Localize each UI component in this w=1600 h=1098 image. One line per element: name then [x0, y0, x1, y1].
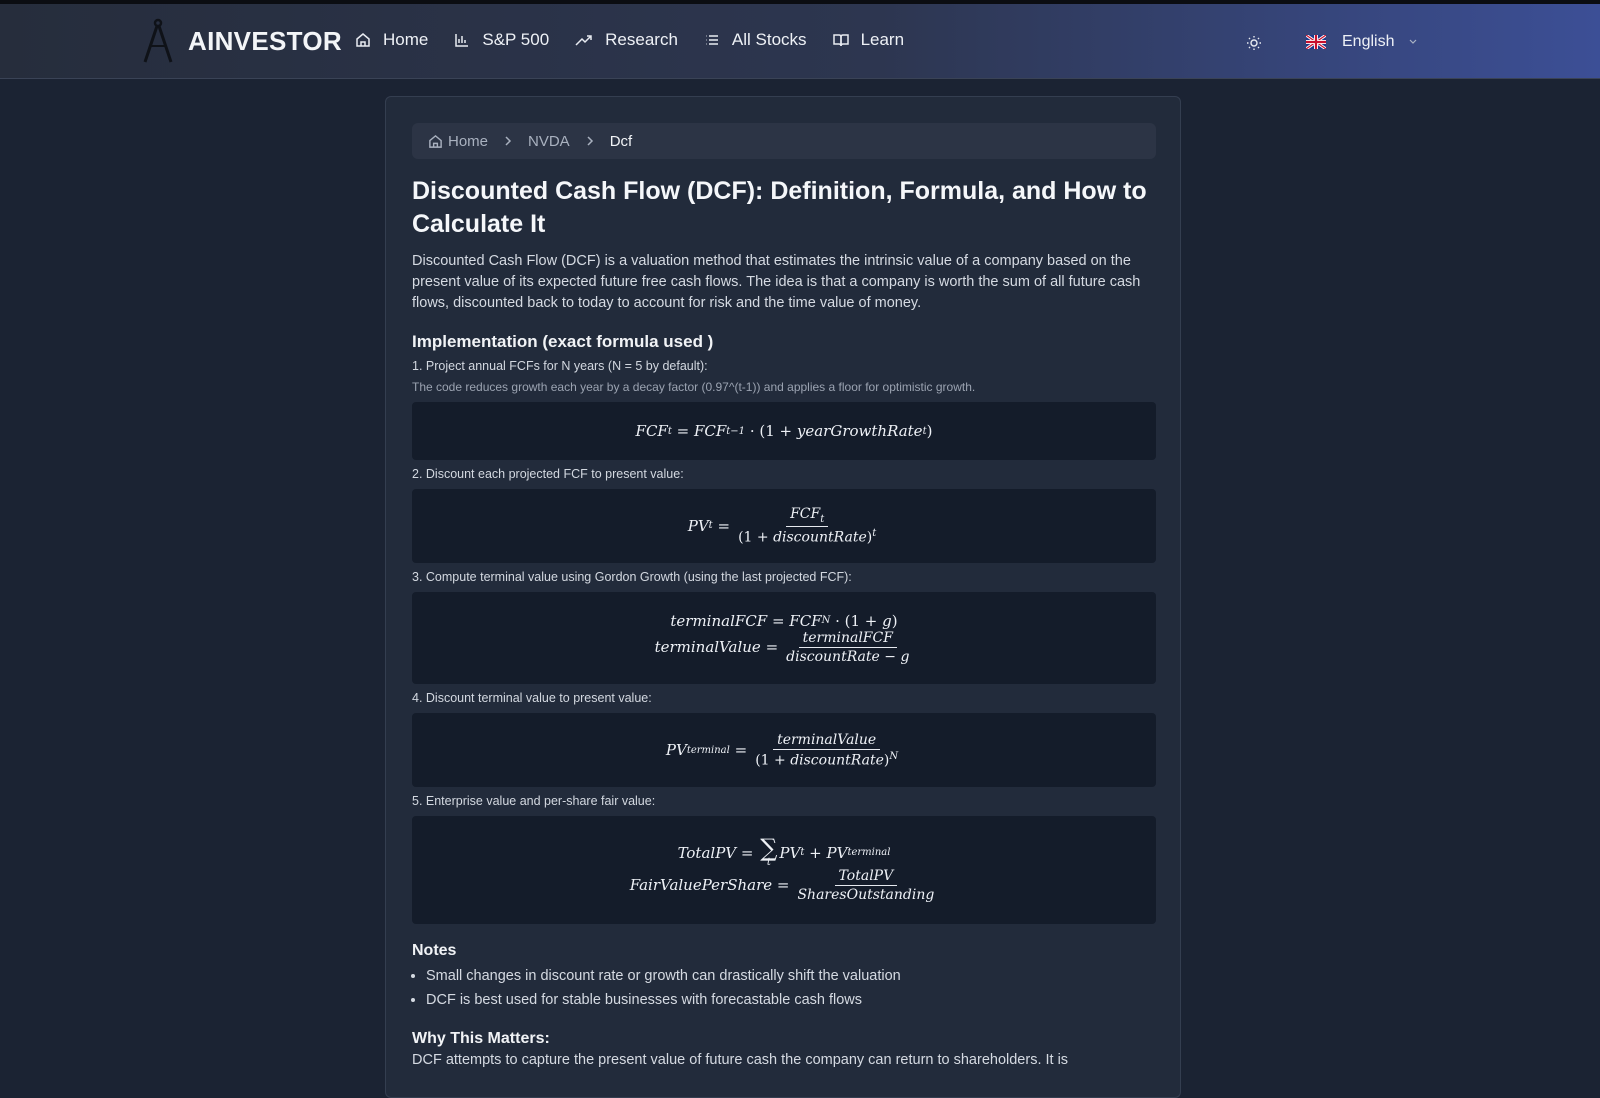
- article-content: Discounted Cash Flow (DCF): Definition, …: [412, 175, 1156, 1068]
- breadcrumb-current: Dcf: [609, 132, 633, 150]
- why-paragraph: DCF attempts to capture the present valu…: [412, 1052, 1069, 1068]
- list-icon: [705, 35, 718, 45]
- book-open-icon: [832, 34, 849, 47]
- main-nav: Home S&P 500 Research All Stocks Learn: [355, 30, 930, 50]
- list-item: DCF is best used for stable businesses w…: [426, 988, 1156, 1012]
- formula-terminal-value: terminalFCF = FCF N · (1 + g) terminalVal…: [412, 592, 1156, 684]
- nav-sp500[interactable]: S&P 500: [454, 30, 549, 50]
- bar-chart-icon: [455, 34, 469, 47]
- breadcrumb-ticker[interactable]: NVDA: [528, 133, 570, 150]
- step-3-label: 3. Compute terminal value using Gordon G…: [412, 570, 852, 584]
- list-item: Small changes in discount rate or growth…: [426, 964, 1156, 988]
- step-5-label: 5. Enterprise value and per-share fair v…: [412, 794, 656, 808]
- breadcrumb-home[interactable]: Home: [428, 133, 488, 150]
- nav-learn-label: Learn: [860, 30, 905, 49]
- formula-fcf-projection: FCF t = FCF t−1 · (1 + yearGrowthRate t): [412, 402, 1156, 460]
- implementation-heading: Implementation (exact formula used ): [412, 332, 714, 351]
- theme-toggle-button[interactable]: [1246, 35, 1262, 56]
- nav-all-stocks-label: All Stocks: [731, 30, 807, 49]
- step-2-label: 2. Discount each projected FCF to presen…: [412, 467, 684, 481]
- nav-home-label: Home: [383, 30, 429, 49]
- breadcrumb: Home NVDA Dcf: [412, 123, 1156, 159]
- trending-up-icon: [575, 35, 592, 46]
- intro-paragraph: Discounted Cash Flow (DCF) is a valuatio…: [412, 253, 1141, 311]
- nav-all-stocks[interactable]: All Stocks: [704, 30, 807, 50]
- sun-icon: [1247, 36, 1261, 50]
- home-icon: [429, 134, 442, 148]
- chevron-down-icon: [1410, 39, 1417, 44]
- brand[interactable]: AINVESTOR: [140, 18, 342, 64]
- nav-home[interactable]: Home: [355, 30, 428, 50]
- notes-list: Small changes in discount rate or growth…: [412, 964, 1156, 1012]
- chevron-right-icon: [586, 135, 594, 147]
- nav-learn[interactable]: Learn: [832, 30, 905, 50]
- nav-research[interactable]: Research: [575, 30, 678, 50]
- chevron-right-icon: [504, 135, 512, 147]
- language-label: English: [1342, 33, 1395, 50]
- article-card: Home NVDA Dcf Discounted Cash Flow (DCF)…: [385, 96, 1181, 1098]
- compass-logo-icon: [143, 18, 173, 63]
- notes-heading: Notes: [412, 942, 457, 959]
- home-icon: [356, 33, 370, 47]
- formula-terminal-pv: PV terminal = terminalValue (1 + discountR…: [412, 713, 1156, 787]
- top-navbar: AINVESTOR Home S&P 500 Research All Stoc…: [0, 4, 1600, 79]
- nav-sp500-label: S&P 500: [482, 30, 550, 49]
- breadcrumb-ticker-label: NVDA: [528, 132, 570, 150]
- formula-present-value: PV t = FCFt (1 + discountRate)t: [412, 489, 1156, 563]
- page-title: Discounted Cash Flow (DCF): Definition, …: [412, 177, 1147, 238]
- uk-flag-icon: [1306, 35, 1326, 49]
- breadcrumb-home-label: Home: [448, 132, 489, 150]
- nav-research-label: Research: [605, 30, 678, 49]
- step-1-label: 1. Project annual FCFs for N years (N = …: [412, 359, 708, 373]
- language-selector[interactable]: English: [1306, 33, 1418, 51]
- why-heading: Why This Matters:: [412, 1030, 550, 1047]
- brand-name: AINVESTOR: [188, 25, 342, 56]
- formula-fair-value: TotalPV = ∑ t PV t + PV terminal FairValuePe…: [412, 816, 1156, 924]
- step-4-label: 4. Discount terminal value to present va…: [412, 691, 652, 705]
- step-1-note: The code reduces growth each year by a d…: [412, 380, 976, 394]
